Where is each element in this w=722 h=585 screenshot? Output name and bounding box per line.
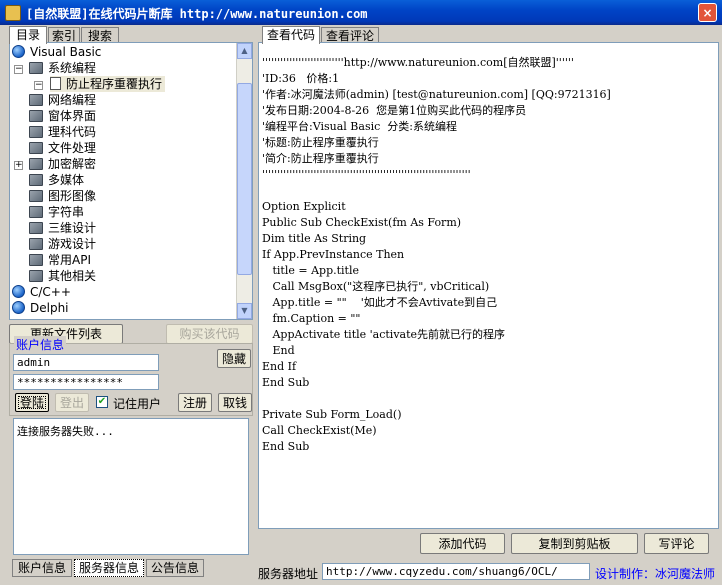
code-line: App.title = "" '如此才不会Avtivate到自己	[262, 296, 498, 309]
tree-node-string[interactable]: 字符串	[29, 204, 84, 220]
tree-node-forms[interactable]: 窗体界面	[29, 108, 96, 124]
scroll-up-icon[interactable]: ▲	[237, 43, 252, 59]
code-line: Dim title As String	[262, 232, 367, 245]
title-bar: [自然联盟]在线代码片断库 http://www.natureunion.com…	[0, 0, 722, 25]
category-tree[interactable]: Visual Basic − 系统编程 − 防止程序重覆执行 网络编程 窗体界面…	[9, 42, 253, 320]
logout-button[interactable]: 登出	[55, 393, 89, 412]
code-line: Private Sub Form_Load()	[262, 408, 402, 421]
add-code-button[interactable]: 添加代码	[420, 533, 505, 554]
scroll-thumb[interactable]	[237, 83, 252, 275]
book-icon	[29, 94, 43, 106]
book-icon	[29, 62, 43, 74]
code-line: End Sub	[262, 440, 310, 453]
book-icon	[29, 190, 43, 202]
code-line: '发布日期:2004-8-26 您是第1位购买此代码的程序员	[262, 104, 527, 117]
tab-view-code[interactable]: 查看代码	[262, 26, 320, 44]
code-line: title = App.title	[262, 264, 359, 277]
book-icon	[29, 222, 43, 234]
tree-node-3d[interactable]: 三维设计	[29, 220, 96, 236]
book-icon	[29, 158, 43, 170]
book-icon	[29, 238, 43, 250]
tree-node-multimedia[interactable]: 多媒体	[29, 172, 84, 188]
code-line: '''''''''''''''''''''''''''http://www.na…	[262, 56, 574, 69]
code-line: '标题:防止程序重覆执行	[262, 136, 379, 149]
tree-node-other[interactable]: 其他相关	[29, 268, 96, 284]
tree-node-api[interactable]: 常用API	[29, 252, 91, 268]
tab-announcement[interactable]: 公告信息	[146, 559, 204, 577]
username-field[interactable]: admin	[13, 354, 159, 371]
code-line: 'ID:36 价格:1	[262, 72, 340, 85]
buy-code-button[interactable]: 购买该代码	[166, 324, 253, 344]
globe-icon	[12, 301, 25, 314]
tree-node-file[interactable]: 文件处理	[29, 140, 96, 156]
tab-server-info[interactable]: 服务器信息	[74, 559, 144, 577]
code-line: Public Sub CheckExist(fm As Form)	[262, 216, 462, 229]
tree-node-selected[interactable]: 防止程序重覆执行	[50, 76, 166, 92]
write-comment-button[interactable]: 写评论	[644, 533, 709, 554]
register-button[interactable]: 注册	[178, 393, 212, 412]
scroll-down-icon[interactable]: ▼	[237, 303, 252, 319]
globe-icon	[12, 45, 25, 58]
tree-node-crypto[interactable]: 加密解密	[29, 156, 96, 172]
password-field[interactable]: ****************	[13, 374, 159, 390]
code-line: Call MsgBox("这程序已执行", vbCritical)	[262, 280, 490, 293]
book-icon	[29, 270, 43, 282]
tree-node-graphics[interactable]: 图形图像	[29, 188, 96, 204]
expand-icon[interactable]: +	[14, 161, 23, 170]
code-line: '编程平台:Visual Basic 分类:系统编程	[262, 120, 457, 133]
tree-node-network[interactable]: 网络编程	[29, 92, 96, 108]
collapse-icon[interactable]: −	[14, 65, 23, 74]
book-icon	[29, 206, 43, 218]
tree-node-science[interactable]: 理科代码	[29, 124, 96, 140]
document-icon	[50, 77, 61, 90]
status-message: 连接服务器失败...	[17, 425, 114, 438]
tree-node-system[interactable]: 系统编程	[29, 60, 96, 76]
withdraw-button[interactable]: 取钱	[218, 393, 252, 412]
status-log[interactable]: 连接服务器失败...	[13, 418, 249, 555]
code-line: '简介:防止程序重覆执行	[262, 152, 379, 165]
server-address-field[interactable]: http://www.cqyzedu.com/shuang6/OCL/	[322, 563, 590, 580]
tree-node-game[interactable]: 游戏设计	[29, 236, 96, 252]
app-icon	[5, 5, 21, 21]
close-icon[interactable]: ×	[698, 3, 717, 22]
code-line: Call CheckExist(Me)	[262, 424, 377, 437]
login-button[interactable]: 登陆	[15, 393, 49, 412]
tree-scrollbar[interactable]: ▲ ▼	[236, 43, 252, 319]
book-icon	[29, 254, 43, 266]
code-line: End Sub	[262, 376, 310, 389]
remember-user-checkbox[interactable]: ✔	[96, 396, 108, 408]
book-icon	[29, 174, 43, 186]
code-viewer[interactable]: '''''''''''''''''''''''''''http://www.na…	[258, 42, 719, 529]
code-line: '作者:冰河魔法师(admin) [test@natureunion.com] …	[262, 88, 611, 101]
tree-node-visual-basic[interactable]: Visual Basic	[12, 44, 101, 60]
code-line: End	[262, 344, 295, 357]
hide-button[interactable]: 隐藏	[217, 349, 251, 368]
account-group-label: 账户信息	[14, 336, 67, 353]
code-line: fm.Caption = ""	[262, 312, 361, 325]
credit-link[interactable]: 设计制作：冰河魔法师	[595, 565, 715, 582]
book-icon	[29, 110, 43, 122]
code-line: AppActivate title 'activate先前就已行的程序	[262, 328, 506, 341]
code-line: If App.PrevInstance Then	[262, 248, 405, 261]
code-line: End If	[262, 360, 297, 373]
globe-icon	[12, 285, 25, 298]
tree-node-delphi[interactable]: Delphi	[12, 300, 69, 316]
window-title: [自然联盟]在线代码片断库 http://www.natureunion.com	[26, 7, 368, 21]
code-line: ''''''''''''''''''''''''''''''''''''''''…	[262, 168, 471, 181]
copy-clipboard-button[interactable]: 复制到剪贴板	[511, 533, 638, 554]
remember-user-label: 记住用户	[113, 397, 162, 411]
code-line: Option Explicit	[262, 200, 346, 213]
tab-catalog[interactable]: 目录	[9, 26, 47, 44]
book-icon	[29, 126, 43, 138]
collapse-icon[interactable]: −	[34, 81, 43, 90]
tab-account-info[interactable]: 账户信息	[12, 559, 72, 577]
book-icon	[29, 142, 43, 154]
server-address-label: 服务器地址	[258, 567, 319, 581]
tree-node-cpp[interactable]: C/C++	[12, 284, 71, 300]
